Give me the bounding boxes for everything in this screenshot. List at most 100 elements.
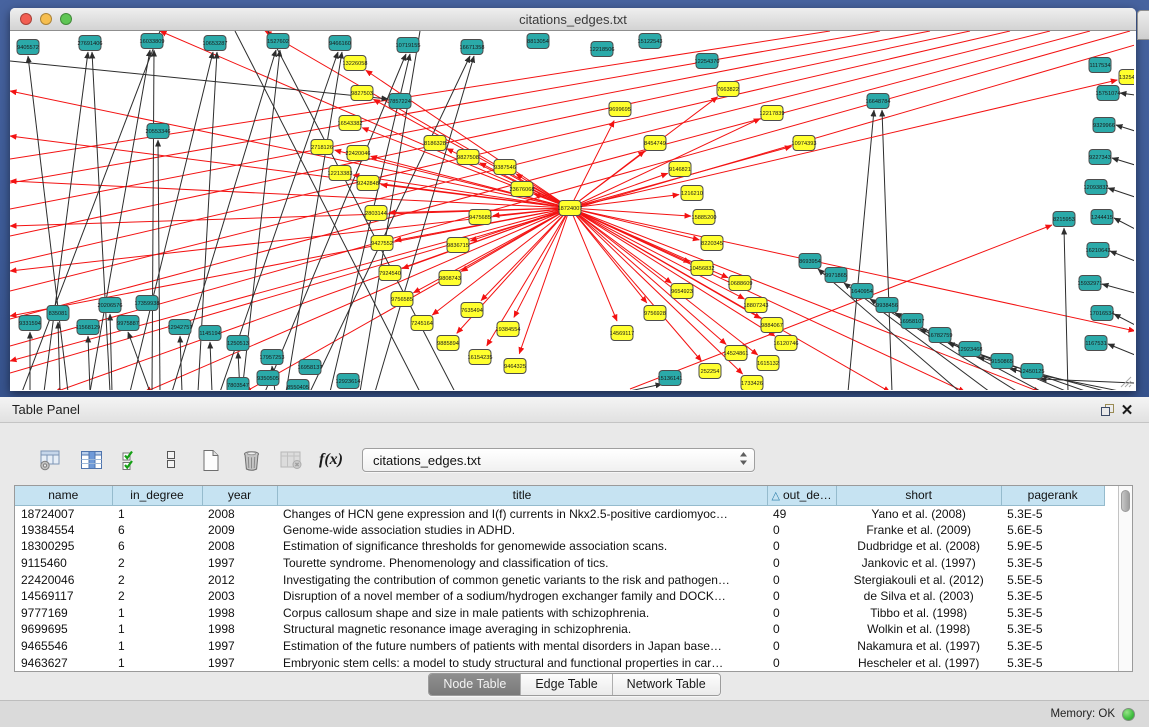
table-row[interactable]: 946554611997Estimation of the future num…	[15, 638, 1104, 655]
tab-node-table[interactable]: Node Table	[429, 674, 520, 695]
column-header-short[interactable]: short	[836, 486, 1001, 505]
table-cell[interactable]: 1	[112, 638, 202, 655]
graph-node[interactable]: 15932971	[1078, 276, 1103, 291]
table-cell[interactable]: 0	[767, 621, 836, 638]
table-cell[interactable]: Estimation of the future numbers of pati…	[277, 638, 767, 655]
table-cell[interactable]: 5.3E-5	[1001, 588, 1104, 605]
graph-node[interactable]: 9884067	[761, 318, 783, 333]
graph-node[interactable]: 15122543	[638, 34, 663, 49]
row-boxes-icon[interactable]	[156, 446, 186, 474]
table-cell[interactable]: 9777169	[15, 605, 112, 622]
graph-node[interactable]: 1250513	[227, 336, 249, 351]
graph-node[interactable]: 19384554	[496, 322, 521, 337]
table-cell[interactable]: 6	[112, 538, 202, 555]
graph-node[interactable]: 20553346	[146, 124, 171, 139]
graph-node[interactable]: 15136141	[658, 371, 683, 386]
delete-trash-icon[interactable]	[236, 446, 266, 474]
table-cell[interactable]: 2008	[202, 538, 277, 555]
graph-node[interactable]: 11568129	[76, 320, 100, 335]
table-cell[interactable]: Wolkin et al. (1998)	[836, 621, 1001, 638]
close-window-button[interactable]	[20, 13, 32, 25]
graph-node[interactable]: 9827503	[351, 86, 373, 101]
table-selector-dropdown[interactable]: citations_edges.txt	[362, 448, 755, 472]
graph-node[interactable]: 9350505	[257, 371, 279, 386]
table-cell[interactable]: 18300295	[15, 538, 112, 555]
table-cell[interactable]: 0	[767, 654, 836, 671]
graph-node[interactable]: 22420046	[346, 146, 371, 161]
graph-node[interactable]: 2803144	[365, 206, 387, 221]
graph-node[interactable]: 835081	[47, 306, 69, 321]
graph-node[interactable]: 18807243	[744, 298, 769, 313]
graph-node[interactable]: 9464325	[504, 359, 526, 374]
citation-network-graph[interactable]: 9405572276914061603380910653287152760294…	[10, 31, 1134, 390]
graph-node[interactable]: 16648784	[866, 94, 891, 109]
graph-node[interactable]: 10719155	[396, 38, 421, 53]
graph-node[interactable]: 9938456	[876, 298, 898, 313]
graph-node[interactable]: 9756585	[391, 292, 413, 307]
graph-node[interactable]: 9827508	[457, 150, 479, 165]
table-cell[interactable]: 49	[767, 505, 836, 522]
graph-node[interactable]: 16210643	[1086, 243, 1111, 258]
table-cell[interactable]: Investigating the contribution of common…	[277, 571, 767, 588]
table-row[interactable]: 977716911998Corpus callosum shape and si…	[15, 605, 1104, 622]
graph-node[interactable]: 12942757	[168, 320, 193, 335]
table-cell[interactable]: 5.3E-5	[1001, 505, 1104, 522]
graph-node[interactable]: 8215953	[1053, 212, 1075, 227]
graph-node[interactable]: 9475685	[469, 210, 491, 225]
table-cell[interactable]: 0	[767, 571, 836, 588]
graph-node[interactable]: 12093832	[1084, 180, 1109, 195]
table-cell[interactable]: Stergiakouli et al. (2012)	[836, 571, 1001, 588]
table-cell[interactable]: Changes of HCN gene expression and I(f) …	[277, 505, 767, 522]
graph-node[interactable]: 13226058	[343, 56, 368, 71]
show-columns-icon[interactable]	[76, 446, 106, 474]
table-cell[interactable]: 0	[767, 605, 836, 622]
table-scrollbar[interactable]	[1118, 486, 1132, 671]
table-cell[interactable]: 5.3E-5	[1001, 555, 1104, 572]
table-cell[interactable]: Hescheler et al. (1997)	[836, 654, 1001, 671]
graph-node[interactable]: 9427552	[371, 236, 393, 251]
graph-node[interactable]: 9331594	[19, 316, 41, 331]
graph-node[interactable]: 12218506	[590, 42, 615, 57]
graph-node[interactable]: 8186328	[424, 136, 446, 151]
table-cell[interactable]: 1998	[202, 621, 277, 638]
graph-node[interactable]: 14569117	[610, 326, 634, 341]
graph-node[interactable]: 1527602	[267, 34, 289, 49]
graph-node[interactable]: 10688609	[728, 276, 753, 291]
table-cell[interactable]: 19384554	[15, 522, 112, 539]
graph-node[interactable]: 12923468	[958, 342, 983, 357]
table-cell[interactable]: 1	[112, 654, 202, 671]
table-cell[interactable]: 2003	[202, 588, 277, 605]
graph-node[interactable]: 8454749	[644, 136, 666, 151]
graph-node[interactable]: 9885894	[437, 336, 459, 351]
graph-node[interactable]: 14524861	[724, 346, 749, 361]
graph-node[interactable]: 9329966	[1093, 118, 1115, 133]
graph-node[interactable]: 12923614	[336, 374, 361, 389]
table-row[interactable]: 1938455462009Genome-wide association stu…	[15, 522, 1104, 539]
graph-node[interactable]: 20206576	[98, 298, 123, 313]
graph-node[interactable]: 9836715	[447, 238, 469, 253]
table-cell[interactable]: 1	[112, 621, 202, 638]
table-cell[interactable]: 5.5E-5	[1001, 571, 1104, 588]
table-cell[interactable]: 2012	[202, 571, 277, 588]
graph-node[interactable]: 18724007	[558, 201, 583, 216]
graph-node[interactable]: 1117534	[1089, 58, 1111, 73]
graph-node[interactable]: 1145194	[199, 326, 221, 341]
table-cell[interactable]: Disruption of a novel member of a sodium…	[277, 588, 767, 605]
table-cell[interactable]: 5.3E-5	[1001, 654, 1104, 671]
table-cell[interactable]: 1997	[202, 654, 277, 671]
column-header-name[interactable]: name	[15, 486, 112, 505]
network-canvas[interactable]: 9405572276914061603380910653287152760294…	[10, 31, 1134, 390]
graph-node[interactable]: 27691406	[78, 36, 103, 51]
zoom-window-button[interactable]	[60, 13, 72, 25]
graph-node[interactable]: 1325489	[1119, 70, 1134, 85]
graph-node[interactable]: 252254	[699, 364, 721, 379]
graph-node[interactable]: 9975887	[117, 316, 139, 331]
graph-node[interactable]: 12213383	[328, 166, 353, 181]
graph-node[interactable]: 17957253	[260, 350, 285, 365]
float-panel-icon[interactable]	[1097, 400, 1117, 420]
new-table-icon[interactable]	[196, 446, 226, 474]
graph-node[interactable]: 7803547	[227, 378, 249, 391]
table-cell[interactable]: 5.6E-5	[1001, 522, 1104, 539]
graph-node[interactable]: 10974393	[792, 136, 817, 151]
graph-node[interactable]: 15885200	[692, 210, 717, 225]
